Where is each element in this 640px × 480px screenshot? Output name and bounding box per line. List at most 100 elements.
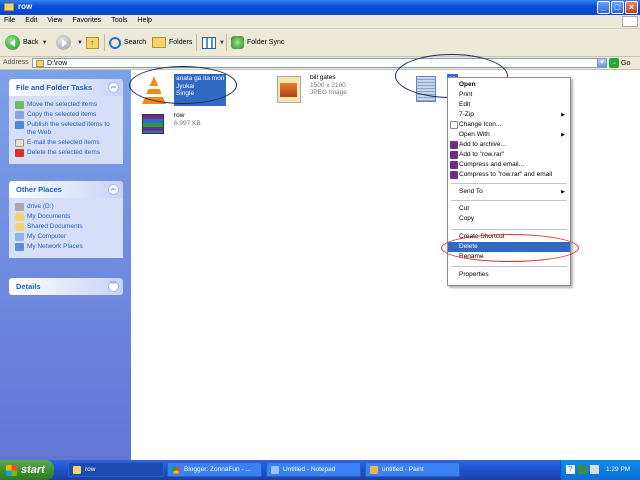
task-copy[interactable]: Copy the selected items: [15, 111, 119, 119]
maximize-button[interactable]: □: [611, 1, 624, 14]
up-folder-button[interactable]: ↑: [86, 34, 99, 51]
task-publish[interactable]: Publish the selected items to the Web: [15, 121, 119, 137]
copy-icon: [15, 111, 24, 119]
network-icon[interactable]: [578, 465, 587, 474]
menu-item-cut[interactable]: Cut: [448, 204, 570, 214]
volume-icon[interactable]: [590, 465, 599, 474]
menu-file[interactable]: File: [0, 15, 21, 24]
forward-arrow-icon: [56, 35, 71, 50]
annotation-ellipse-red: [441, 234, 579, 262]
back-label: Back: [23, 39, 39, 46]
task-label: Untitled - Notepad: [283, 466, 336, 473]
task-email[interactable]: E-mail the selected items: [15, 139, 119, 147]
collapse-icon[interactable]: ︽: [108, 184, 119, 195]
go-button[interactable]: → Go: [609, 58, 630, 68]
toolbar: Back ▼ ▼ ↑ Search Folders ▼ Folder Sync: [0, 29, 640, 57]
views-button[interactable]: ▼: [202, 34, 225, 51]
menu-item-label: Print: [459, 91, 473, 98]
place-my-computer[interactable]: My Computer: [15, 233, 119, 241]
menu-separator: [451, 229, 567, 230]
panel-header[interactable]: Details ︾: [9, 278, 123, 295]
folders-button[interactable]: Folders: [152, 34, 192, 51]
menu-item-print[interactable]: Print: [448, 90, 570, 100]
menu-item-compress-row-email[interactable]: Compress to "row.rar" and email: [448, 170, 570, 180]
back-button[interactable]: Back ▼: [5, 34, 48, 51]
taskbar-item-browser[interactable]: Blogger: ZonnaFun - ...: [167, 462, 262, 477]
taskbar-item-paint[interactable]: untitled - Paint: [365, 462, 460, 477]
menu-tools[interactable]: Tools: [107, 15, 133, 24]
menu-item-7zip[interactable]: 7-Zip ▶: [448, 110, 570, 120]
menu-item-add-archive[interactable]: Add to archive...: [448, 140, 570, 150]
place-my-documents[interactable]: My Documents: [15, 213, 119, 221]
menu-item-add-row-rar[interactable]: Add to "row.rar": [448, 150, 570, 160]
address-label: Address: [3, 59, 29, 66]
menu-edit[interactable]: Edit: [21, 15, 43, 24]
place-shared-documents[interactable]: Shared Documents: [15, 223, 119, 231]
minimize-button[interactable]: _: [597, 1, 610, 14]
clock[interactable]: 1:29 PM: [606, 466, 630, 473]
place-label: My Documents: [27, 213, 71, 220]
search-button[interactable]: Search: [109, 34, 146, 51]
notepad-icon: [271, 465, 279, 474]
folder-sync-label: Folder Sync: [247, 39, 285, 46]
folder-icon: [15, 213, 24, 221]
task-move[interactable]: Move the selected items: [15, 101, 119, 109]
menu-item-label: Open With: [459, 131, 490, 138]
place-drive[interactable]: drive (D:): [15, 203, 119, 211]
menu-item-compress-email[interactable]: Compress and email...: [448, 160, 570, 170]
panel-header[interactable]: Other Places ︽: [9, 181, 123, 198]
file-item[interactable]: row 6,997 KB: [138, 112, 201, 144]
title-bar[interactable]: row _ □ ×: [0, 0, 640, 15]
windows-logo-icon: [622, 16, 638, 27]
menu-item-edit[interactable]: Edit: [448, 100, 570, 110]
menu-item-send-to[interactable]: Send To ▶: [448, 187, 570, 197]
taskbar-item-row[interactable]: row: [68, 462, 164, 477]
annotation-ellipse: [129, 66, 237, 104]
menu-view[interactable]: View: [43, 15, 68, 24]
panel-header[interactable]: File and Folder Tasks ︽: [9, 79, 123, 96]
file-item[interactable]: bill gates 1500 x 2100 JPEG Image: [274, 74, 347, 106]
taskbar-item-notepad[interactable]: Untitled - Notepad: [266, 462, 361, 477]
toolbar-separator: [196, 34, 197, 51]
go-arrow-icon: →: [609, 58, 619, 68]
menu-item-open-with[interactable]: Open With ▶: [448, 130, 570, 140]
close-button[interactable]: ×: [625, 1, 638, 14]
move-icon: [15, 101, 24, 109]
menu-item-properties[interactable]: Properties: [448, 270, 570, 280]
menu-favorites[interactable]: Favorites: [68, 15, 107, 24]
chevron-down-icon: ▼: [219, 39, 225, 46]
computer-icon: [15, 233, 24, 241]
address-input[interactable]: D:\row: [32, 58, 599, 68]
address-dropdown-button[interactable]: ▼: [597, 58, 607, 68]
file-name: row: [174, 112, 185, 119]
shared-folder-icon: [15, 223, 24, 231]
windows-flag-icon: [6, 464, 17, 476]
rar-icon: [450, 161, 458, 169]
folder-icon: [4, 3, 14, 11]
menu-item-label: Copy: [459, 215, 475, 222]
rar-icon: [450, 141, 458, 149]
folder-icon: [73, 465, 81, 474]
help-icon[interactable]: ?: [566, 465, 575, 474]
menu-help[interactable]: Help: [134, 15, 158, 24]
paint-icon: [370, 465, 378, 474]
collapse-icon[interactable]: ︽: [108, 82, 119, 93]
menu-item-label: Compress and email...: [459, 161, 525, 168]
task-delete[interactable]: Delete the selected items: [15, 149, 119, 157]
task-label: row: [85, 466, 96, 473]
details-panel: Details ︾: [9, 278, 123, 295]
menu-item-copy[interactable]: Copy: [448, 214, 570, 224]
submenu-arrow-icon: ▶: [561, 189, 565, 195]
start-button[interactable]: start: [0, 460, 54, 480]
place-network[interactable]: My Network Places: [15, 243, 119, 251]
menu-separator: [451, 200, 567, 201]
forward-button[interactable]: ▼: [56, 34, 83, 51]
chevron-down-icon: ▼: [77, 39, 83, 46]
menu-item-label: Send To: [459, 188, 483, 195]
task-label: E-mail the selected items: [27, 139, 100, 146]
menu-item-change-icon[interactable]: Change Icon...: [448, 120, 570, 130]
folder-sync-button[interactable]: Folder Sync: [231, 34, 284, 51]
menu-item-open[interactable]: Open: [448, 80, 570, 90]
place-label: Shared Documents: [27, 223, 83, 230]
expand-icon[interactable]: ︾: [108, 281, 119, 292]
